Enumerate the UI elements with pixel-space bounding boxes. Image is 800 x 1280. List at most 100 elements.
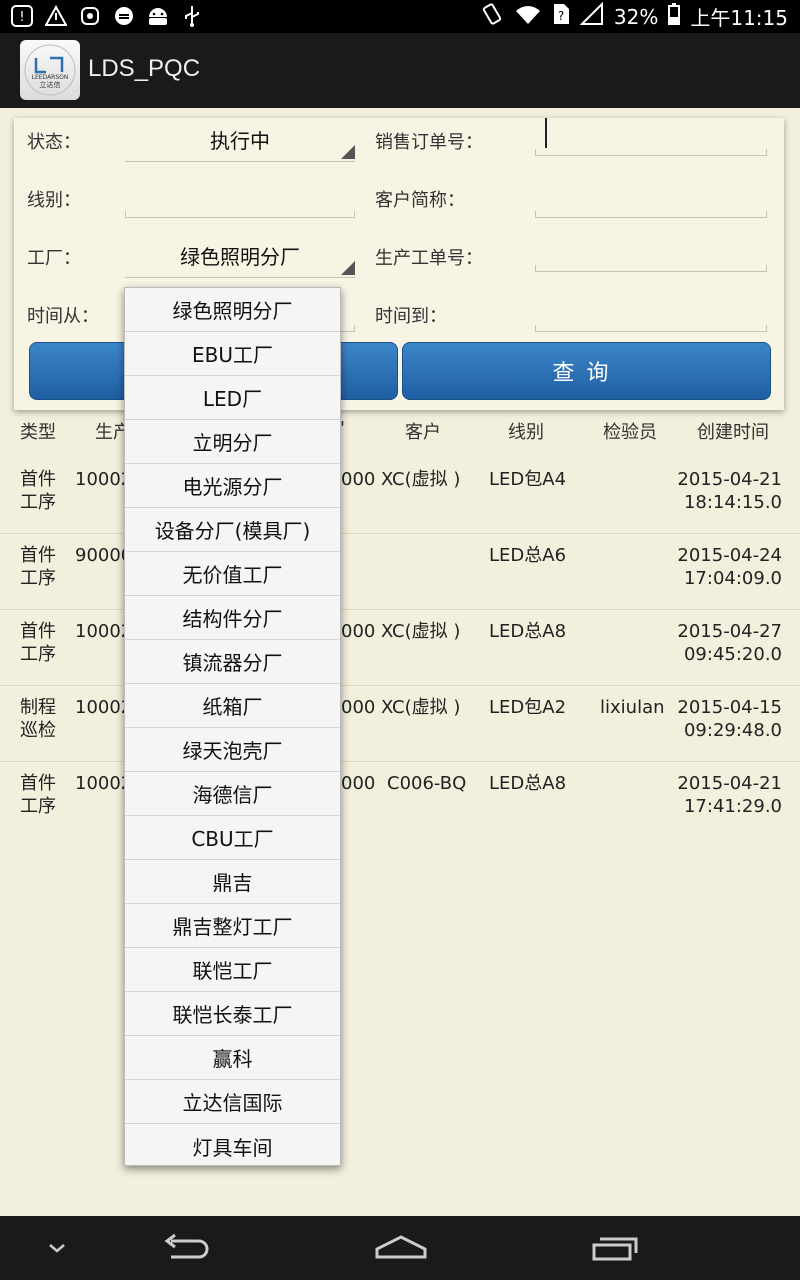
cell-type: 首件 工序	[20, 621, 56, 665]
recent-apps-icon[interactable]	[590, 1230, 640, 1266]
cell-type: 首件 工序	[20, 545, 56, 589]
dropdown-item[interactable]: 灯具车间	[125, 1124, 340, 1168]
work-order-label: 生产工单号：	[375, 248, 483, 269]
dropdown-item[interactable]: 联恺工厂	[125, 948, 340, 992]
svg-text:LEEDARSON: LEEDARSON	[32, 74, 69, 81]
header-line: 线别	[508, 422, 544, 443]
dropdown-item[interactable]: EBU工厂	[125, 332, 340, 376]
dropdown-item[interactable]: 无价值工厂	[125, 552, 340, 596]
table-row[interactable]: 首件 工序 10002 000 XC(虚拟 ) LED总A8 2015-04-27…	[0, 610, 800, 686]
cell-line: LED总A8	[489, 621, 567, 642]
app-logo[interactable]: LEEDARSON 立达信	[20, 40, 80, 100]
notification-icon: !	[10, 5, 34, 27]
sales-order-input[interactable]	[535, 118, 767, 156]
line-label: 线别：	[27, 190, 81, 211]
query-button[interactable]: 查询	[402, 342, 771, 400]
action-bar: LEEDARSON 立达信 LDS_PQC	[0, 33, 800, 108]
cell-created-time: 2015-04-24 17:04:09.0	[677, 545, 782, 589]
dropdown-item[interactable]: 立达信国际	[125, 1080, 340, 1124]
back-icon[interactable]	[160, 1230, 212, 1266]
cell-type: 首件 工序	[20, 773, 56, 817]
cell-type: 制程 巡检	[20, 697, 56, 741]
battery-text: 32%	[613, 4, 659, 29]
time-from-label: 时间从：	[27, 306, 99, 327]
customer-short-label: 客户简称：	[375, 190, 465, 211]
navigation-bar	[0, 1216, 800, 1280]
header-created-time: 创建时间	[697, 422, 769, 443]
cell-line: LED包A4	[489, 469, 567, 490]
cell-mid: 000	[341, 773, 376, 794]
cell-created-time: 2015-04-27 09:45:20.0	[677, 621, 782, 665]
clock: 上午11:15	[690, 6, 788, 30]
sales-order-label: 销售订单号：	[375, 132, 483, 153]
factory-label: 工厂：	[27, 248, 81, 269]
status-spinner[interactable]: 执行中	[125, 118, 355, 162]
text-cursor	[545, 118, 547, 148]
cell-mid: 000	[341, 621, 376, 642]
factory-spinner[interactable]: 绿色照明分厂	[125, 234, 355, 278]
hide-keyboard-icon[interactable]	[44, 1230, 70, 1266]
home-icon[interactable]	[374, 1230, 428, 1266]
status-bar: ! ? 32% 上午11:15	[0, 0, 800, 33]
dropdown-item[interactable]: LED厂	[125, 376, 340, 420]
app-icon	[78, 5, 102, 27]
customer-short-input[interactable]	[535, 180, 767, 218]
time-to-input[interactable]	[535, 294, 767, 332]
header-inspector: 检验员	[603, 422, 657, 443]
dropdown-item[interactable]: 鼎吉	[125, 860, 340, 904]
cell-customer: XC(虚拟 )	[381, 469, 461, 490]
cell-customer: XC(虚拟 )	[381, 621, 461, 642]
dropdown-item[interactable]: 绿天泡壳厂	[125, 728, 340, 772]
dropdown-item[interactable]: 设备分厂(模具厂)	[125, 508, 340, 552]
signal-icon	[579, 1, 604, 31]
dropdown-item[interactable]: CBU工厂	[125, 816, 340, 860]
spinner-arrow-icon	[341, 261, 355, 275]
spinner-arrow-icon	[341, 145, 355, 159]
header-type: 类型	[20, 422, 56, 443]
svg-text:!: !	[19, 10, 24, 25]
sim-icon: ?	[552, 2, 570, 31]
dropdown-item[interactable]: 立明分厂	[125, 420, 340, 464]
table-row[interactable]: 首件 工序 10002 000 C006-BQ LED总A8 2015-04-21…	[0, 762, 800, 838]
cell-mid: 000	[341, 697, 376, 718]
dropdown-item[interactable]: 结构件分厂	[125, 596, 340, 640]
header-customer: 客户	[405, 422, 441, 443]
cell-customer: C006-BQ	[387, 773, 467, 794]
dropdown-item[interactable]: 镇流器分厂	[125, 640, 340, 684]
time-to-label: 时间到：	[375, 306, 447, 327]
warning-icon	[44, 5, 68, 27]
line-input[interactable]	[125, 180, 355, 218]
cell-inspector: lixiulan	[600, 697, 665, 718]
work-order-input[interactable]	[535, 234, 767, 272]
dropdown-item[interactable]: 电光源分厂	[125, 464, 340, 508]
dropdown-item[interactable]: 海德信厂	[125, 772, 340, 816]
usb-icon	[180, 5, 204, 27]
cell-customer: XC(虚拟 )	[381, 697, 461, 718]
cell-type: 首件 工序	[20, 469, 56, 513]
svg-text:?: ?	[558, 9, 564, 23]
app-title: LDS_PQC	[88, 55, 201, 82]
dropdown-item[interactable]: 赢科	[125, 1036, 340, 1080]
dropdown-item[interactable]: 纸箱厂	[125, 684, 340, 728]
leedarson-logo-icon: LEEDARSON 立达信	[24, 44, 76, 96]
status-value: 执行中	[210, 129, 270, 153]
vibrate-icon	[480, 2, 504, 31]
cell-created-time: 2015-04-21 18:14:15.0	[677, 469, 782, 513]
cell-created-time: 2015-04-15 09:29:48.0	[677, 697, 782, 741]
factory-dropdown[interactable]: 绿色照明分厂 EBU工厂 LED厂 立明分厂 电光源分厂 设备分厂(模具厂) 无…	[124, 287, 341, 1166]
wifi-icon	[514, 3, 542, 30]
battery-icon	[668, 3, 681, 30]
cell-mid: 000	[341, 469, 376, 490]
cell-line: LED包A2	[489, 697, 567, 718]
dropdown-item[interactable]: 绿色照明分厂	[125, 288, 340, 332]
sync-icon	[112, 5, 136, 27]
android-icon	[146, 5, 170, 27]
dropdown-item[interactable]: 鼎吉整灯工厂	[125, 904, 340, 948]
table-header: 类型 生产 ' 客户 线别 检验员 创建时间	[0, 418, 800, 446]
table-row[interactable]: 首件 工序 90000 LED总A6 2015-04-24 17:04:09.0	[0, 534, 800, 610]
dropdown-item[interactable]: 联恺长泰工厂	[125, 992, 340, 1036]
table-row[interactable]: 制程 巡检 10002 000 XC(虚拟 ) LED包A2 lixiulan 2…	[0, 686, 800, 762]
svg-text:立达信: 立达信	[40, 80, 61, 89]
table-row[interactable]: 首件 工序 10002 000 XC(虚拟 ) LED包A4 2015-04-21…	[0, 458, 800, 534]
cell-created-time: 2015-04-21 17:41:29.0	[677, 773, 782, 817]
